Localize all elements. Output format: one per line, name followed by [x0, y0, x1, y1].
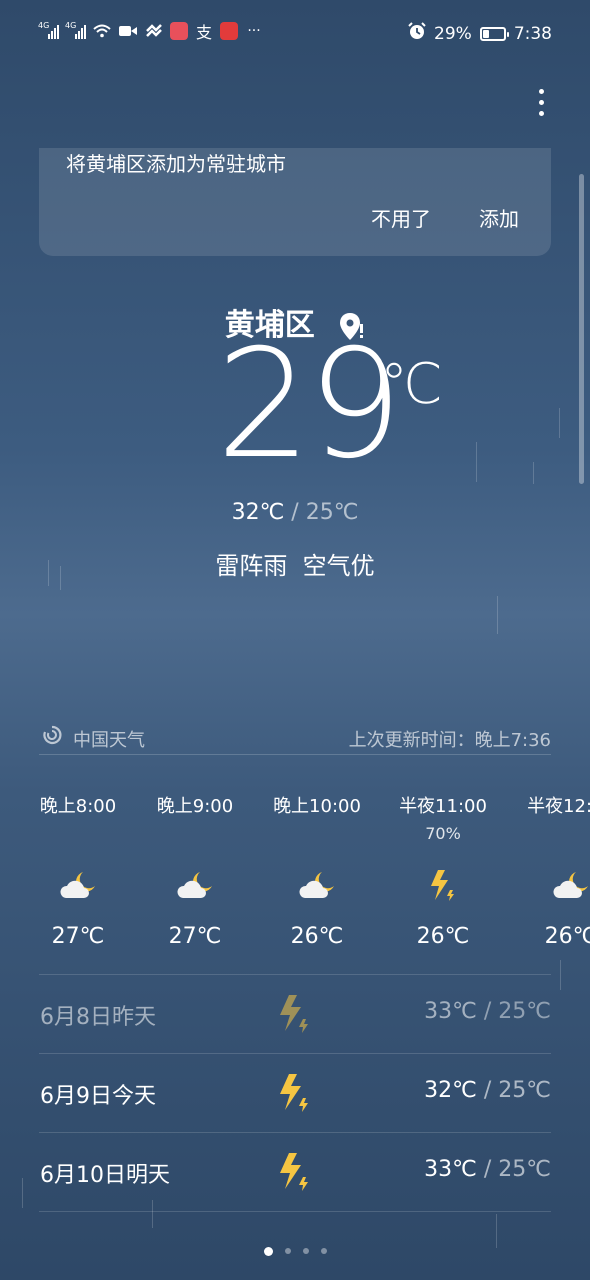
current-temperature: 29 — [216, 318, 403, 492]
hourly-item[interactable]: 半夜11:00 70% 26℃ — [378, 792, 508, 949]
clock: 7:38 — [513, 23, 552, 44]
rain-streak — [22, 1178, 23, 1208]
add-city-banner: 将黄埔区添加为常驻城市 不用了 添加 — [39, 148, 551, 256]
hour-time: 半夜12:00 — [527, 796, 590, 817]
hour-temp: 27℃ — [168, 924, 222, 949]
page-dot[interactable] — [284, 1248, 291, 1254]
page-dot[interactable] — [320, 1248, 327, 1254]
day-high: 33℃ — [424, 999, 477, 1024]
range-separator: / — [483, 999, 492, 1024]
hour-precip — [13, 824, 143, 846]
today-high: 32℃ — [231, 500, 285, 525]
day-low: 25℃ — [498, 1078, 551, 1103]
hour-time: 晚上10:00 — [273, 796, 361, 817]
thunderstorm-icon — [277, 1149, 313, 1193]
hourly-item[interactable]: 晚上8:00 27℃ — [13, 792, 143, 949]
day-date: 6月8日昨天 — [40, 1005, 156, 1030]
signal-icon: 4G — [38, 21, 59, 39]
hour-precip — [130, 824, 260, 846]
signal-label: 4G — [38, 21, 50, 30]
hourly-item[interactable]: 晚上9:00 27℃ — [130, 792, 260, 949]
daily-row[interactable]: 6月9日今天 32℃ / 25℃ — [39, 1053, 551, 1132]
day-high: 32℃ — [424, 1078, 477, 1103]
status-right: 29% 7:38 — [408, 22, 552, 45]
day-high: 33℃ — [424, 1157, 477, 1182]
hour-temp: 26℃ — [290, 924, 344, 949]
day-range: 33℃ / 25℃ — [424, 1157, 551, 1182]
day-low: 25℃ — [498, 1157, 551, 1182]
status-left: 4G 4G 支 ··· — [38, 21, 264, 42]
hour-precip: 70% — [425, 824, 461, 843]
banner-text: 将黄埔区添加为常驻城市 — [66, 152, 286, 176]
app-notification-icon — [144, 23, 164, 39]
cloudy-night-icon — [13, 860, 143, 910]
signal-icon: 4G — [65, 21, 86, 39]
wifi-icon — [92, 23, 112, 39]
hour-precip — [252, 824, 382, 846]
range-separator: / — [483, 1157, 492, 1182]
rain-streak — [560, 960, 561, 990]
cloudy-night-icon — [506, 860, 590, 910]
hour-temp: 26℃ — [416, 924, 470, 949]
today-range: 32℃ / 25℃ — [0, 500, 590, 525]
daily-row[interactable]: 6月10日明天 33℃ / 25℃ — [39, 1132, 551, 1212]
hour-time: 半夜11:00 — [399, 796, 487, 817]
day-date: 6月9日今天 — [40, 1084, 156, 1109]
cloudy-night-icon — [252, 860, 382, 910]
daily-row[interactable]: 6月8日昨天 33℃ / 25℃ — [39, 974, 551, 1053]
battery-icon — [479, 26, 509, 41]
day-range: 33℃ / 25℃ — [424, 999, 551, 1024]
video-icon — [118, 23, 138, 39]
rain-streak — [496, 1214, 497, 1248]
hour-precip — [506, 824, 590, 846]
thunder-icon — [378, 860, 508, 910]
rain-streak — [476, 442, 477, 482]
range-separator: / — [483, 1078, 492, 1103]
page-indicator[interactable] — [0, 1247, 590, 1256]
status-bar: 4G 4G 支 ··· 29% 7:38 — [0, 0, 590, 66]
range-separator: / — [291, 500, 299, 525]
day-date: 6月10日明天 — [40, 1163, 170, 1188]
thunderstorm-icon — [277, 1070, 313, 1114]
hourly-item[interactable]: 半夜12:00 26℃ — [506, 792, 590, 949]
rain-streak — [533, 462, 534, 484]
source-name: 中国天气 — [73, 730, 145, 751]
temperature-unit: ℃ — [380, 352, 443, 417]
day-range: 32℃ / 25℃ — [424, 1078, 551, 1103]
thunderstorm-icon — [277, 991, 313, 1035]
cloudy-night-icon — [130, 860, 260, 910]
more-notifications-icon: ··· — [247, 23, 261, 39]
alipay-icon: 支 — [195, 23, 212, 42]
page-dot[interactable] — [263, 1247, 273, 1256]
rain-streak — [497, 596, 498, 634]
update-time: 上次更新时间：晚上7:36 — [348, 730, 551, 751]
hour-time: 晚上9:00 — [156, 796, 234, 817]
data-source-row: 中国天气 上次更新时间：晚上7:36 — [39, 720, 551, 755]
rain-streak — [559, 408, 560, 438]
today-low: 25℃ — [305, 500, 359, 525]
alarm-icon — [408, 22, 426, 45]
dismiss-button[interactable]: 不用了 — [371, 203, 431, 232]
signal-label: 4G — [65, 21, 77, 30]
shopping-app-icon — [170, 22, 188, 40]
hour-temp: 26℃ — [544, 924, 590, 949]
hour-time: 晚上8:00 — [39, 796, 117, 817]
add-button[interactable]: 添加 — [479, 203, 519, 232]
hourly-item[interactable]: 晚上10:00 26℃ — [252, 792, 382, 949]
china-weather-logo-icon — [41, 724, 63, 746]
red-app-icon — [220, 22, 238, 40]
hour-temp: 27℃ — [51, 924, 105, 949]
weather-condition: 雷阵雨 空气优 — [215, 552, 375, 580]
page-dot[interactable] — [302, 1248, 309, 1254]
battery-percent: 29% — [434, 23, 472, 44]
more-options-button[interactable] — [526, 82, 556, 122]
day-low: 25℃ — [498, 999, 551, 1024]
